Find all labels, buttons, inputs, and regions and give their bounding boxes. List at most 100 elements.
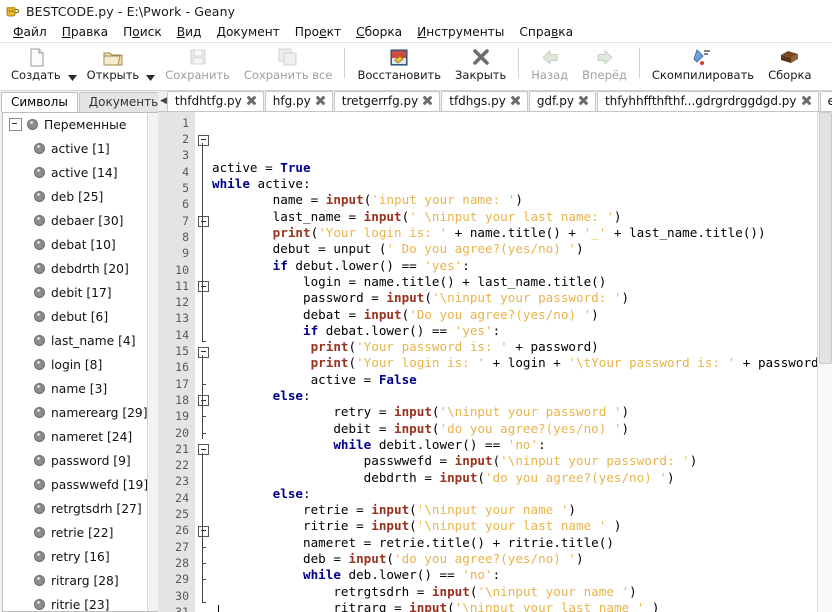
menu-item-4[interactable]: Документ	[209, 24, 287, 40]
code-editor[interactable]: 1 2 3 4 5 6 7 8 9 10 11 12 13 14 15 16 17 18 19 20 21 22 23 24 2…	[158, 110, 832, 612]
menu-item-5[interactable]: Проект	[288, 24, 349, 40]
symbol-bullet-icon	[34, 263, 45, 275]
code-token: debit.lower	[371, 436, 463, 452]
close-icon[interactable]	[801, 95, 812, 106]
chevron-down-icon[interactable]	[67, 43, 80, 93]
symbol-tree[interactable]: Переменные active [1] active [14] deb [25] d…	[3, 113, 158, 612]
code-token: last_name	[272, 208, 341, 224]
document-tab-4[interactable]: gdf.py	[528, 91, 596, 111]
fold-margin[interactable]	[195, 111, 212, 612]
symbol-item[interactable]: debut [6]	[3, 305, 158, 329]
toolbar-button-7[interactable]: Вперёд	[575, 43, 634, 82]
symbol-item[interactable]: last_name [4]	[3, 329, 158, 353]
line-number: 3	[182, 148, 189, 163]
toolbar-button-4[interactable]: Восстановить	[350, 43, 448, 82]
code-line: else:	[212, 388, 832, 404]
symbol-item[interactable]: login [8]	[3, 353, 158, 377]
menu-item-8[interactable]: Справка	[512, 24, 581, 40]
document-tab-2[interactable]: tretgerrfg.py	[333, 91, 441, 111]
code-line: debit = input('do you agree?(yes/no) ')	[212, 421, 832, 437]
symbol-item[interactable]: namerearg [29]	[3, 401, 158, 425]
symbol-item[interactable]: ritrarg [28]	[3, 569, 158, 593]
scrollbar-thumb[interactable]	[819, 111, 832, 364]
menu-item-7[interactable]: Инструменты	[410, 24, 512, 40]
code-token: )	[629, 583, 637, 599]
toolbar-button-3[interactable]: Сохранить все	[237, 43, 340, 82]
close-icon[interactable]	[246, 95, 257, 106]
symbol-item[interactable]: retry [16]	[3, 545, 158, 569]
toolbar-button-6[interactable]: Назад	[524, 43, 575, 82]
document-tab-1[interactable]: hfg.py	[264, 91, 333, 111]
symbol-item[interactable]: debaer [30]	[3, 209, 158, 233]
toolbar-button-8[interactable]: Скомпилировать	[645, 43, 761, 82]
symbol-item[interactable]: active [14]	[3, 161, 158, 185]
code-token: 'do you agree?(yes/no) '	[394, 551, 576, 567]
document-tab-3[interactable]: tfdhgs.py	[441, 91, 528, 111]
symbol-item[interactable]: nameret [24]	[3, 425, 158, 449]
symbol-item[interactable]: retrie [22]	[3, 521, 158, 545]
save-all-icon	[277, 46, 299, 68]
toolbar-button-1[interactable]: Открыть	[80, 43, 147, 82]
fold-toggle-icon[interactable]	[198, 346, 209, 358]
toolbar-button-5[interactable]: Закрыть	[448, 43, 513, 82]
code-token: ' \ninput your last name: '	[409, 208, 614, 224]
editor-vertical-scrollbar[interactable]	[817, 111, 832, 612]
menu-item-0[interactable]: Файл	[6, 24, 55, 40]
toolbar-button-9[interactable]: Сборка	[761, 43, 818, 82]
symbol-label: nameret [24]	[51, 429, 133, 444]
line-number: 8	[182, 229, 189, 244]
close-icon[interactable]	[510, 95, 521, 106]
code-token: '\ninput your password: '	[431, 290, 622, 306]
symbols-pane[interactable]: Переменные active [1] active [14] deb [25] d…	[2, 111, 158, 612]
fold-toggle-icon[interactable]	[198, 134, 209, 146]
sidebar-scrollbar[interactable]	[147, 112, 158, 611]
symbol-item[interactable]: debit [17]	[3, 281, 158, 305]
close-icon[interactable]	[315, 95, 326, 106]
symbol-item[interactable]: password [9]	[3, 449, 158, 473]
symbol-item[interactable]: debdrth [20]	[3, 257, 158, 281]
code-token: input	[394, 404, 432, 420]
code-token: '\ninput your last name '	[416, 518, 607, 534]
code-line: ritrie = input('\ninput your last name '…	[212, 518, 832, 534]
symbol-tree-root[interactable]: Переменные	[3, 113, 158, 137]
chevron-left-icon[interactable]: ◀	[160, 91, 167, 111]
close-icon[interactable]	[422, 95, 433, 106]
code-area[interactable]: active = True while active: name = input(…	[212, 112, 832, 612]
toolbar-button-2[interactable]: Сохранить	[158, 43, 237, 82]
sidebar-tab-0[interactable]: Символы	[1, 91, 78, 112]
fold-toggle-icon[interactable]	[198, 216, 209, 228]
fold-toggle-icon[interactable]	[198, 444, 209, 456]
line-number: 2	[182, 132, 189, 147]
symbol-label: ritrie [23]	[51, 597, 110, 612]
document-tab-0[interactable]: thfdhtfg.py	[166, 91, 264, 111]
tree-expander-icon[interactable]	[9, 118, 22, 132]
menu-item-1[interactable]: Правка	[55, 24, 116, 40]
document-tab-5[interactable]: thfyhhffthfthf...gdrgrdrggdgd.py	[596, 91, 819, 111]
code-token: + login +	[485, 355, 569, 371]
close-icon[interactable]	[578, 95, 589, 106]
symbol-item[interactable]: name [3]	[3, 377, 158, 401]
sidebar-tab-1[interactable]: Документы	[78, 91, 171, 112]
symbol-item[interactable]: passwwefd [19]	[3, 473, 158, 497]
fold-toggle-icon[interactable]	[198, 281, 209, 293]
menu-item-6[interactable]: Сборка	[349, 24, 410, 40]
chevron-down-icon[interactable]	[146, 43, 158, 93]
code-token: (	[348, 339, 357, 355]
menu-item-2[interactable]: Поиск	[116, 24, 170, 40]
symbol-item[interactable]: retrgtsdrh [27]	[3, 497, 158, 521]
code-token: 'input your name: '	[371, 192, 516, 208]
toolbar-button-0[interactable]: Создать	[4, 43, 68, 82]
symbol-item[interactable]: active [1]	[3, 137, 158, 161]
fold-toggle-icon[interactable]	[198, 525, 209, 537]
symbol-item[interactable]: deb [25]	[3, 185, 158, 209]
menu-item-3[interactable]: Вид	[170, 24, 210, 40]
code-token: ()	[591, 273, 607, 289]
symbol-item[interactable]: ritrie [23]	[3, 593, 158, 612]
fold-toggle-icon[interactable]	[198, 395, 209, 407]
code-token: :	[303, 388, 311, 404]
code-token: debat.lower	[318, 322, 410, 338]
symbol-item[interactable]: debat [10]	[3, 233, 158, 257]
document-tab-6[interactable]: ety3s54.py	[819, 91, 832, 111]
document-tab-label: hfg.py	[272, 93, 311, 108]
code-token: input	[363, 306, 402, 322]
